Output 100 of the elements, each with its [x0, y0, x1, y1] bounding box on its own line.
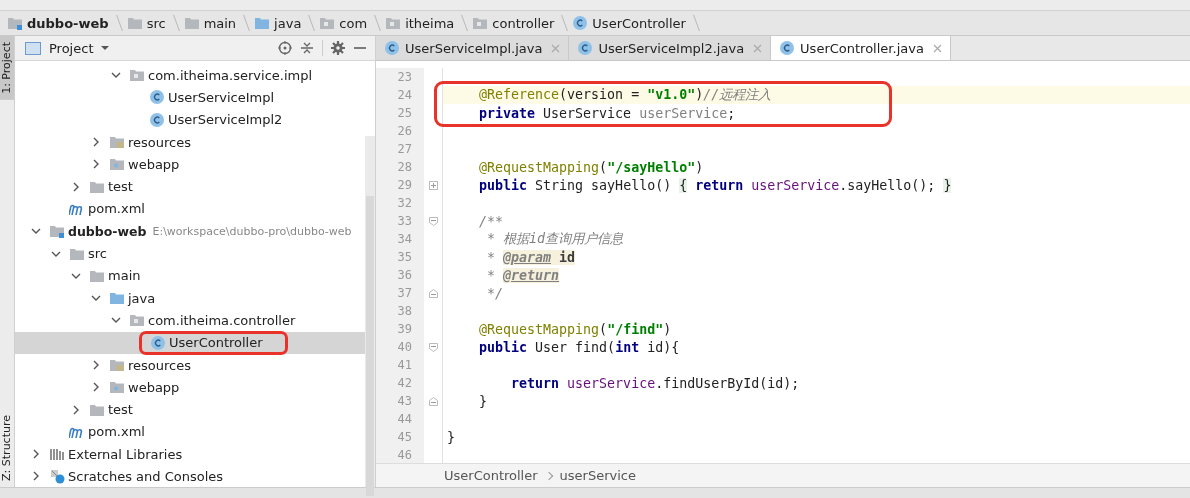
code-line: } [478, 393, 488, 409]
code-line: * 根据id查询用户信息 [486, 230, 624, 248]
target-icon[interactable] [278, 41, 292, 55]
chevron-right-icon[interactable] [71, 404, 81, 415]
class-icon [149, 111, 165, 128]
line-number: 39 [376, 320, 424, 338]
breadcrumb-item[interactable]: userService [559, 468, 636, 483]
line-number: 42 [376, 374, 424, 392]
folder-icon [109, 290, 125, 307]
line-number: 40 [376, 338, 424, 356]
tree-item[interactable]: main [15, 264, 365, 287]
chevron-right-icon[interactable] [31, 471, 41, 482]
dropdown-icon[interactable] [101, 45, 110, 51]
tree-item[interactable]: webapp [15, 376, 365, 399]
editor-tab[interactable]: UserServiceImpl2.java [569, 36, 772, 60]
class-icon [150, 334, 166, 351]
folder-icon [183, 15, 200, 31]
breadcrumb-item[interactable]: controller [469, 15, 558, 31]
code-line: public String sayHello() { return userService.sayHello(); } [478, 177, 952, 193]
breadcrumb-item[interactable]: dubbo-web [4, 15, 112, 31]
annotation-box: UserController [139, 330, 288, 355]
tree-item[interactable]: java [15, 286, 365, 310]
breadcrumb-item[interactable]: src [123, 15, 169, 31]
chevron-right-icon[interactable] [71, 181, 81, 192]
panel-title[interactable]: Project [49, 40, 94, 56]
line-number: 36 [376, 266, 424, 284]
code-line: @Reference(version = "v1.0")//远程注入 [478, 86, 772, 104]
chevron-right-icon[interactable] [91, 137, 101, 148]
line-number: 46 [376, 446, 424, 463]
line-number: 37 [376, 284, 424, 302]
scrollbar-thumb[interactable] [366, 196, 374, 496]
class-icon [577, 40, 594, 56]
tree-item[interactable]: test [15, 398, 365, 421]
fold-collapse-icon[interactable] [428, 342, 438, 352]
class-icon [572, 15, 589, 31]
line-number: 43 [376, 392, 424, 410]
class-icon [149, 89, 165, 106]
chevron-right-icon[interactable] [31, 449, 41, 460]
line-number: 45 [376, 428, 424, 446]
tree-item[interactable]: External Libraries [15, 443, 365, 466]
line-number: 33 [376, 212, 424, 230]
breadcrumb-item[interactable]: java [251, 15, 305, 31]
editor-tab[interactable]: UserController.java [771, 36, 951, 60]
chevron-right-icon[interactable] [91, 360, 101, 370]
libraries-icon [49, 446, 65, 463]
tree-item[interactable]: UserServiceImpl [15, 86, 365, 109]
editor-tab[interactable]: UserServiceImpl.java [376, 36, 570, 60]
tool-window-tab[interactable]: Z: Structure [0, 409, 14, 487]
package-icon [129, 67, 145, 84]
breadcrumb-item[interactable]: UserController [569, 15, 689, 31]
tool-window-tab[interactable]: 1: Project [0, 36, 14, 100]
chevron-right-icon[interactable] [91, 382, 101, 393]
line-number: 29 [376, 176, 424, 194]
code-line: */ [486, 285, 504, 301]
package-icon [472, 15, 489, 31]
line-number: 41 [376, 356, 424, 374]
tree-item[interactable]: pom.xml [15, 197, 365, 221]
resources-folder-icon [109, 357, 125, 373]
tree-item[interactable]: resources [15, 130, 365, 154]
line-number: 44 [376, 410, 424, 428]
web-folder-icon [109, 379, 125, 396]
breadcrumb-item[interactable]: itheima [382, 15, 458, 31]
tree-item[interactable]: test [15, 175, 365, 198]
settings-icon[interactable] [331, 41, 345, 55]
code-line: * @return [486, 267, 560, 283]
fold-end-icon[interactable] [428, 288, 438, 298]
line-number: 26 [376, 122, 424, 140]
line-number: 32 [376, 194, 424, 212]
line-number: 28 [376, 158, 424, 176]
tree-item[interactable]: Scratches and Consoles [15, 465, 365, 487]
tree-item[interactable]: pom.xml [15, 420, 365, 444]
tree-item[interactable]: com.itheima.service.impl [15, 64, 365, 87]
fold-end-icon[interactable] [428, 396, 438, 406]
tree-item[interactable]: UserController [15, 331, 365, 354]
tree-item[interactable]: dubbo-web E:\workspace\dubbo-pro\dubbo-web [15, 220, 365, 243]
code-line: } [447, 429, 455, 445]
module-icon [49, 223, 65, 240]
code-line: * @param id [486, 249, 576, 265]
tree-item[interactable]: src [15, 242, 365, 265]
package-icon [319, 15, 336, 31]
code-line: /** [478, 213, 504, 229]
breadcrumb-item[interactable]: UserController [444, 468, 538, 483]
code-line: @RequestMapping("/sayHello") [478, 159, 704, 175]
class-icon [384, 40, 400, 56]
fold-collapse-icon[interactable] [428, 216, 438, 226]
breadcrumb-item[interactable]: com [316, 15, 371, 31]
tree-item[interactable]: UserServiceImpl2 [15, 108, 365, 131]
collapse-icon[interactable] [300, 41, 314, 55]
package-icon [129, 312, 145, 329]
line-number: 38 [376, 302, 424, 320]
tree-item[interactable]: resources [15, 353, 365, 377]
code-line: private UserService userService; [478, 105, 736, 121]
tree-item[interactable]: com.itheima.controller [15, 309, 365, 332]
chevron-right-icon[interactable] [91, 159, 101, 170]
breadcrumb-item[interactable]: main [180, 15, 240, 31]
tree-item[interactable]: webapp [15, 153, 365, 176]
folder-icon [254, 15, 271, 31]
fold-expand-icon[interactable] [428, 180, 438, 190]
resources-folder-icon [109, 134, 125, 151]
line-number: 35 [376, 248, 424, 266]
